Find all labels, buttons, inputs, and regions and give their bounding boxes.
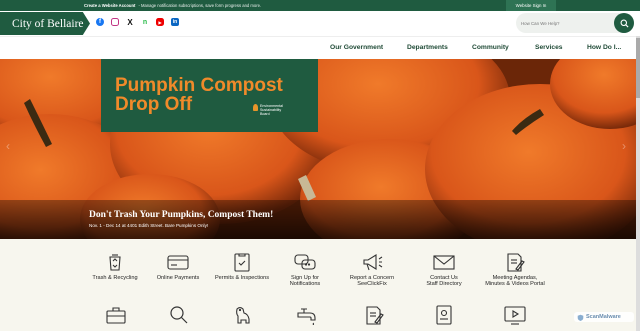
promo-title-line2: Drop Off [115,94,193,115]
quick-links: Trash & Recycling Online Payments Permit… [0,239,636,331]
youtube-icon[interactable]: ▶ [156,18,164,26]
search-button[interactable] [614,13,634,33]
esb-label: Environmental Sustainability Board [260,104,283,116]
top-utility-bar: Create a Website Account - Manage notific… [0,0,640,11]
quicklink-label-line2: Notifications [289,281,321,288]
dog-icon[interactable] [232,305,252,325]
scanmalware-badge: ScanMalware [574,312,634,322]
facebook-icon[interactable]: f [96,18,104,26]
hero-caption: Don't Trash Your Pumpkins, Compost Them!… [0,200,636,239]
promo-card: Pumpkin Compost Drop Off Environmental S… [101,59,318,132]
social-links: f X n ▶ in [96,18,179,27]
trash-recycling-icon [109,254,121,271]
clipboard-check-icon [234,253,250,272]
megaphone-icon [363,254,383,271]
quicklink-online-payments[interactable]: Online Payments [146,252,210,281]
main-navigation: Our Government Departments Community Ser… [0,36,640,59]
id-card-icon[interactable] [434,305,454,325]
nav-our-government[interactable]: Our Government [330,44,383,51]
previous-slide-icon[interactable]: ‹ [6,139,18,153]
x-icon[interactable]: X [126,18,134,27]
credit-card-icon [167,255,189,270]
quicklink-notifications[interactable]: Sign Up for Notifications [273,252,337,288]
search-icon [620,19,629,28]
site-header: City of Bellaire f X n ▶ in [0,11,640,36]
city-logo[interactable]: City of Bellaire [0,12,90,35]
quicklink-label-line2: Staff Directory [426,281,462,288]
tree-icon [253,104,258,111]
video-screen-icon[interactable] [504,305,526,325]
search-input[interactable] [521,18,611,28]
magnifier-icon[interactable] [169,305,189,325]
scrollbar-thumb[interactable] [636,38,640,98]
quicklink-meeting-agendas[interactable]: Meeting Agendas, Minutes & Videos Portal [477,252,553,288]
caption-title[interactable]: Don't Trash Your Pumpkins, Compost Them! [89,210,273,220]
esb-logo: Environmental Sustainability Board [253,104,290,116]
quicklink-permits-inspections[interactable]: Permits & Inspections [210,252,274,281]
caption-subtitle: Nov. 1 - Dec 14 at 4401 Edith Street. Ba… [89,223,209,228]
website-sign-in-button[interactable]: Website Sign In [506,0,556,11]
site-search [516,13,634,33]
faucet-icon[interactable] [296,305,318,325]
create-account-link[interactable]: Create a Website Account - Manage notific… [84,3,261,8]
quicklink-report-concern[interactable]: Report a Concern SeeClickFix [340,252,404,288]
nav-community[interactable]: Community [472,44,509,51]
nav-departments[interactable]: Departments [407,44,448,51]
document-pen-icon [507,253,525,272]
quicklink-trash-recycling[interactable]: Trash & Recycling [83,252,147,281]
page-scrollbar[interactable] [636,36,640,331]
chat-bubbles-icon [294,254,316,270]
briefcase-icon[interactable] [106,305,126,325]
linkedin-icon[interactable]: in [171,18,179,26]
shield-icon [577,314,584,321]
quicklink-label: Trash & Recycling [92,275,138,281]
quicklink-label-line2: SeeClickFix [357,281,387,288]
nextdoor-icon[interactable]: n [141,18,149,26]
nav-services[interactable]: Services [535,44,563,51]
envelope-icon [433,255,455,270]
nav-how-do-i[interactable]: How Do I... [587,44,621,51]
quicklink-label-line2: Minutes & Videos Portal [485,281,545,288]
quicklink-label: Permits & Inspections [214,275,270,281]
document-pen-icon[interactable] [364,305,384,325]
next-slide-icon[interactable]: › [622,139,634,153]
instagram-icon[interactable] [111,18,119,26]
quicklink-contact-us[interactable]: Contact Us Staff Directory [412,252,476,288]
quicklink-label: Online Payments [156,275,200,281]
hero-banner[interactable]: Pumpkin Compost Drop Off Environmental S… [0,59,636,239]
create-account-title[interactable]: Create a Website Account [84,3,135,8]
create-account-description: - Manage notification subscriptions, sav… [138,3,262,8]
badge-label: ScanMalware [586,314,621,320]
